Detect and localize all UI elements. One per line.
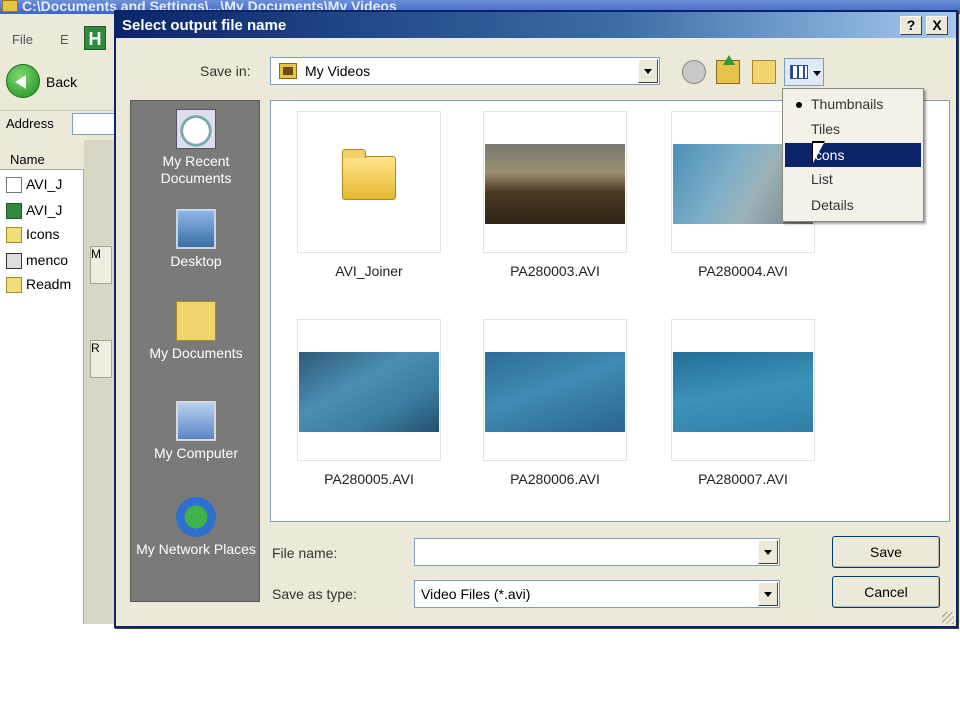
green-app-icon	[6, 203, 22, 220]
back-arrow-icon[interactable]	[6, 64, 40, 98]
save-as-type-label: Save as type:	[272, 586, 357, 602]
dialog-title: Select output file name	[122, 17, 287, 34]
folder-icon	[2, 0, 18, 12]
folder-thumbnail[interactable]	[297, 111, 441, 253]
close-button[interactable]: X	[926, 16, 948, 35]
view-option-tiles[interactable]: Tiles	[785, 117, 921, 141]
file-label[interactable]: AVI_Joiner	[279, 263, 459, 279]
views-icon	[790, 65, 808, 79]
task-button[interactable]: M	[90, 246, 112, 284]
generic-file-icon	[6, 177, 22, 194]
file-label[interactable]: PA280007.AVI	[653, 471, 833, 487]
folder-icon	[342, 149, 396, 200]
save-in-value: My Videos	[305, 63, 371, 79]
place-network[interactable]: My Network Places	[131, 497, 261, 558]
video-thumbnail[interactable]	[671, 319, 815, 461]
file-label[interactable]: PA280005.AVI	[279, 471, 459, 487]
view-option-list[interactable]: List	[785, 167, 921, 191]
save-button[interactable]: Save	[832, 536, 940, 568]
file-label[interactable]: PA280003.AVI	[465, 263, 645, 279]
list-item[interactable]: Readm	[6, 276, 71, 296]
address-label: Address	[6, 116, 54, 131]
chevron-down-icon	[813, 71, 821, 76]
save-in-dropdown[interactable]: My Videos	[270, 57, 660, 85]
place-my-documents[interactable]: My Documents	[131, 301, 261, 362]
file-label[interactable]: PA280006.AVI	[465, 471, 645, 487]
column-name-header[interactable]: Name	[10, 152, 45, 167]
chevron-down-icon[interactable]	[758, 582, 778, 606]
new-folder-icon[interactable]	[752, 60, 776, 84]
file-name-input[interactable]	[414, 538, 780, 566]
desktop-icon	[176, 209, 216, 249]
mouse-cursor-fill	[813, 143, 824, 163]
address-input[interactable]	[72, 113, 115, 135]
dialog-titlebar: Select output file name ? X	[116, 12, 956, 38]
chevron-down-icon[interactable]	[758, 540, 778, 564]
network-places-icon	[176, 497, 216, 537]
place-my-computer[interactable]: My Computer	[131, 401, 261, 462]
up-folder-icon[interactable]	[716, 55, 740, 84]
place-desktop[interactable]: Desktop	[131, 209, 261, 270]
video-preview-image	[485, 144, 625, 224]
my-computer-icon	[176, 401, 216, 441]
view-option-icons[interactable]: Icons	[785, 143, 921, 167]
menu-file[interactable]: File	[12, 32, 33, 47]
text-file-icon	[6, 227, 22, 244]
list-item[interactable]: menco	[6, 252, 68, 272]
resize-grip-icon[interactable]	[942, 612, 954, 624]
places-bar: My Recent Documents Desktop My Documents…	[130, 100, 260, 602]
views-menu-button[interactable]	[784, 58, 824, 86]
save-as-type-value: Video Files (*.avi)	[421, 586, 531, 602]
app-h-icon: H	[84, 26, 106, 50]
video-thumbnail[interactable]	[297, 319, 441, 461]
view-option-thumbnails[interactable]: Thumbnails	[785, 92, 921, 116]
views-dropdown-menu: Thumbnails Tiles Icons List Details	[782, 88, 924, 222]
help-button[interactable]: ?	[900, 16, 922, 35]
my-documents-icon	[176, 301, 216, 341]
video-preview-image	[485, 352, 625, 432]
file-name-label: File name:	[272, 545, 338, 561]
video-thumbnail[interactable]	[483, 111, 627, 253]
chevron-down-icon[interactable]	[638, 59, 658, 83]
list-item[interactable]: Icons	[6, 226, 59, 246]
task-button[interactable]: R	[90, 340, 112, 378]
video-thumbnail[interactable]	[483, 319, 627, 461]
recent-documents-icon	[176, 109, 216, 149]
view-option-details[interactable]: Details	[785, 193, 921, 217]
cancel-button[interactable]: Cancel	[832, 576, 940, 608]
place-recent-documents[interactable]: My Recent Documents	[131, 109, 261, 187]
video-folder-icon	[279, 63, 297, 79]
save-in-label: Save in:	[200, 63, 251, 79]
radio-bullet-icon	[796, 102, 802, 108]
video-preview-image	[673, 352, 813, 432]
file-label[interactable]: PA280004.AVI	[653, 263, 833, 279]
list-item[interactable]: AVI_J	[6, 176, 62, 196]
list-item[interactable]: AVI_J	[6, 202, 62, 222]
save-as-type-dropdown[interactable]: Video Files (*.avi)	[414, 580, 780, 608]
back-icon[interactable]	[682, 60, 706, 84]
video-preview-image	[299, 352, 439, 432]
window-app-icon	[6, 253, 22, 270]
back-button-label[interactable]: Back	[46, 74, 77, 90]
menu-edit[interactable]: E	[60, 32, 69, 47]
background-area	[0, 624, 960, 720]
notepad-file-icon	[6, 277, 22, 294]
